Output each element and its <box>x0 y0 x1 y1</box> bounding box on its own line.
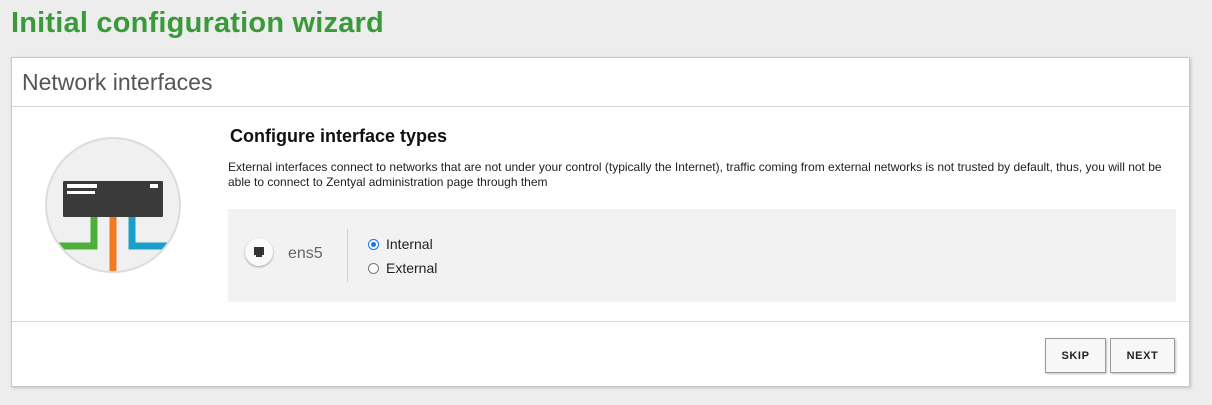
internal-option[interactable]: Internal <box>368 236 433 252</box>
external-label: External <box>386 260 438 276</box>
interface-name: ens5 <box>288 245 323 262</box>
panel-footer: SKIP NEXT <box>12 321 1189 386</box>
panel-header: Network interfaces <box>12 58 1189 107</box>
page-title: Initial configuration wizard <box>11 7 384 39</box>
external-radio[interactable] <box>368 262 379 274</box>
wizard-panel: Network interfaces Configure interface t… <box>11 57 1190 387</box>
network-switch-icon <box>45 137 181 273</box>
skip-button[interactable]: SKIP <box>1045 338 1106 373</box>
ethernet-port-icon <box>245 238 273 266</box>
section-description: External interfaces connect to networks … <box>228 160 1162 189</box>
divider <box>347 229 348 282</box>
next-button[interactable]: NEXT <box>1110 338 1175 373</box>
external-option[interactable]: External <box>368 260 437 276</box>
section-title: Configure interface types <box>230 126 448 146</box>
interface-row: ens5 Internal External <box>228 209 1176 302</box>
panel-title: Network interfaces <box>22 68 213 95</box>
internal-radio[interactable] <box>368 238 379 250</box>
content-area: Configure interface types External inter… <box>228 126 1176 302</box>
internal-label: Internal <box>386 236 433 252</box>
